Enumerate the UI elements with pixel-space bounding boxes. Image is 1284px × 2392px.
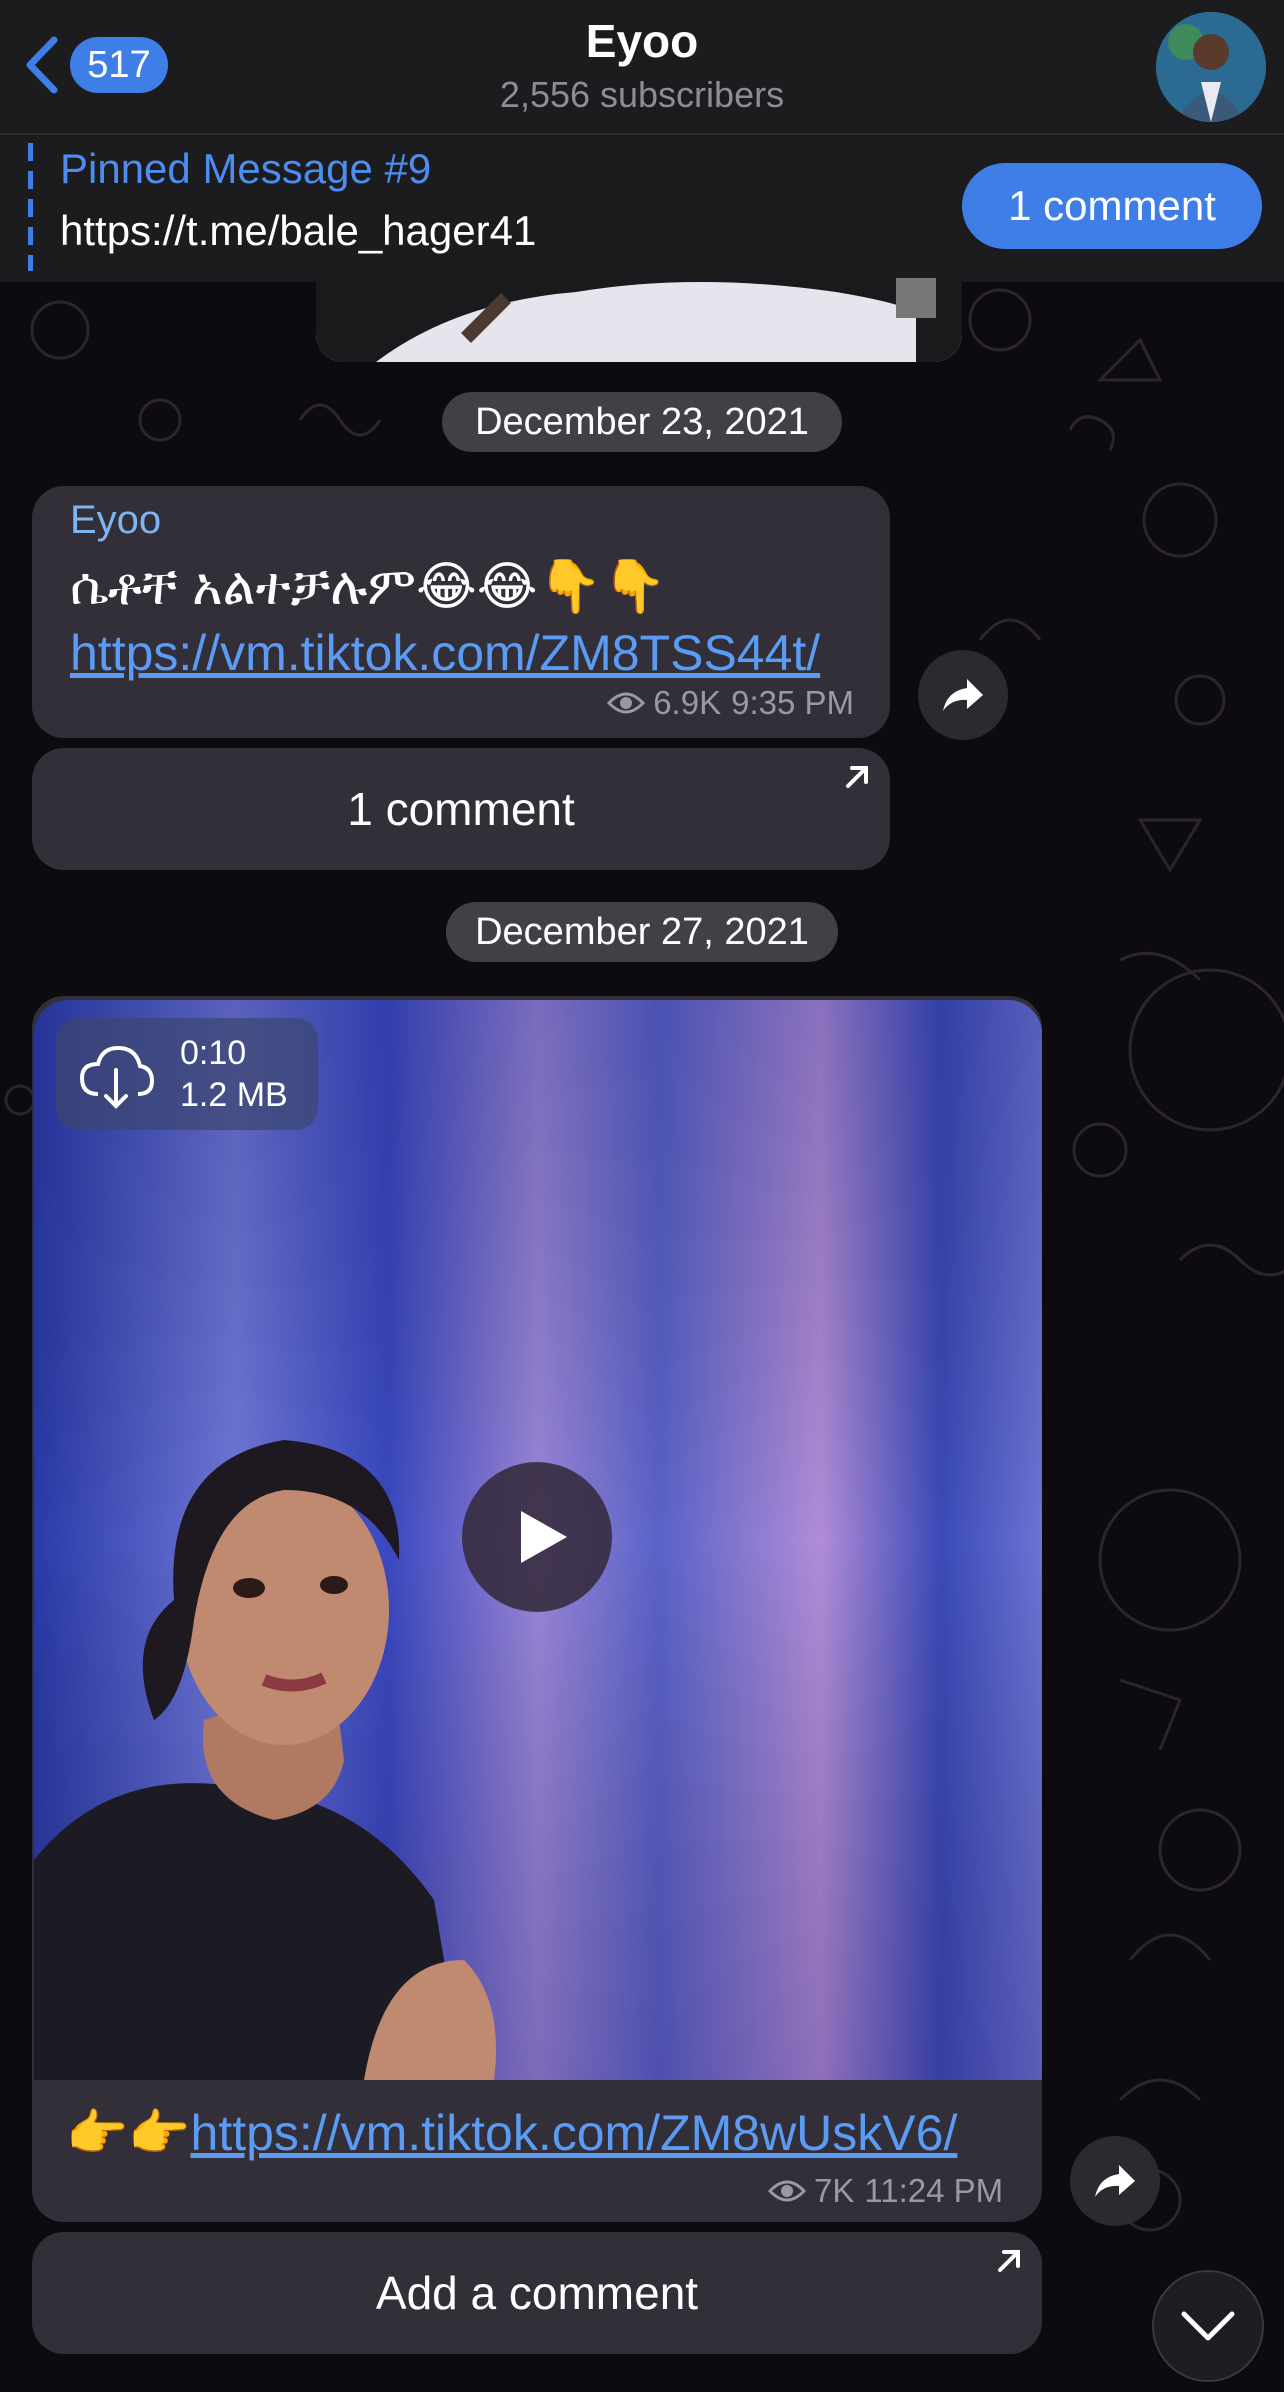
pinned-title: Pinned Message #9 [60, 145, 432, 192]
share-arrow-icon [1095, 2165, 1135, 2197]
share-button[interactable] [918, 650, 1008, 740]
play-icon [521, 1511, 567, 1563]
pinned-text: https://t.me/bale_hager41 [60, 207, 537, 254]
subscriber-count: 2,556 subscribers [499, 74, 785, 115]
message-time: 11:24 PM [864, 2172, 1004, 2209]
eye-icon [768, 2180, 806, 2202]
play-button[interactable] [462, 1462, 612, 1612]
channel-title[interactable]: Eyoo [0, 14, 1284, 68]
share-arrow-icon [943, 679, 983, 711]
comments-label: 1 comment [347, 783, 575, 835]
share-button[interactable] [1070, 2136, 1160, 2226]
message-bubble[interactable]: Eyoo ሴቶቸ አልተቻሉም😂😂👇👇 https://vm.tiktok.co… [32, 486, 890, 738]
message-text: ሴቶቸ አልተቻሉም😂😂👇👇 https://vm.tiktok.com/ZM8… [70, 554, 820, 686]
video-duration: 0:10 [180, 1034, 247, 1072]
pinned-indicator [28, 143, 33, 271]
video-size: 1.2 MB [180, 1076, 288, 1114]
message-meta: 6.9K 9:35 PM [607, 684, 854, 722]
video-thumbnail[interactable]: 0:10 1.2 MB [34, 1000, 1042, 2080]
pinned-comment-button[interactable]: 1 comment [962, 163, 1262, 249]
open-arrow-icon [846, 766, 868, 788]
view-count: 6.9K [653, 684, 722, 721]
previous-photo[interactable] [316, 278, 962, 362]
cloud-download-icon [79, 1045, 154, 1109]
message-sender: Eyoo [70, 498, 162, 542]
message-meta: 7K 11:24 PM [768, 2172, 1003, 2210]
message-link[interactable]: https://vm.tiktok.com/ZM8wUskV6/ [191, 2105, 958, 2161]
channel-avatar[interactable] [1156, 12, 1266, 122]
view-count: 7K [814, 2172, 855, 2209]
add-comment-button[interactable]: Add a comment [32, 2232, 1042, 2354]
message-link[interactable]: https://vm.tiktok.com/ZM8TSS44t/ [70, 625, 820, 681]
chat-header: 517 Eyoo 2,556 subscribers [0, 0, 1284, 135]
scroll-to-bottom-button[interactable] [1152, 2270, 1264, 2382]
eye-icon [607, 692, 646, 714]
chevron-down-icon [1181, 2311, 1235, 2341]
open-arrow-icon [998, 2250, 1020, 2272]
comments-button[interactable]: 1 comment [32, 748, 890, 870]
pinned-message-bar[interactable]: Pinned Message #9 https://t.me/bale_hage… [0, 135, 1284, 282]
caption-prefix: 👉👉 [66, 2105, 191, 2161]
video-caption: 👉👉https://vm.tiktok.com/ZM8wUskV6/ [66, 2104, 957, 2163]
message-time: 9:35 PM [731, 684, 854, 721]
download-info[interactable]: 0:10 1.2 MB [56, 1018, 318, 1130]
date-separator: December 27, 2021 [446, 902, 838, 962]
comments-label: Add a comment [375, 2267, 699, 2319]
message-body: ሴቶቸ አልተቻሉም😂😂👇👇 [70, 558, 668, 616]
date-separator: December 23, 2021 [442, 392, 842, 452]
